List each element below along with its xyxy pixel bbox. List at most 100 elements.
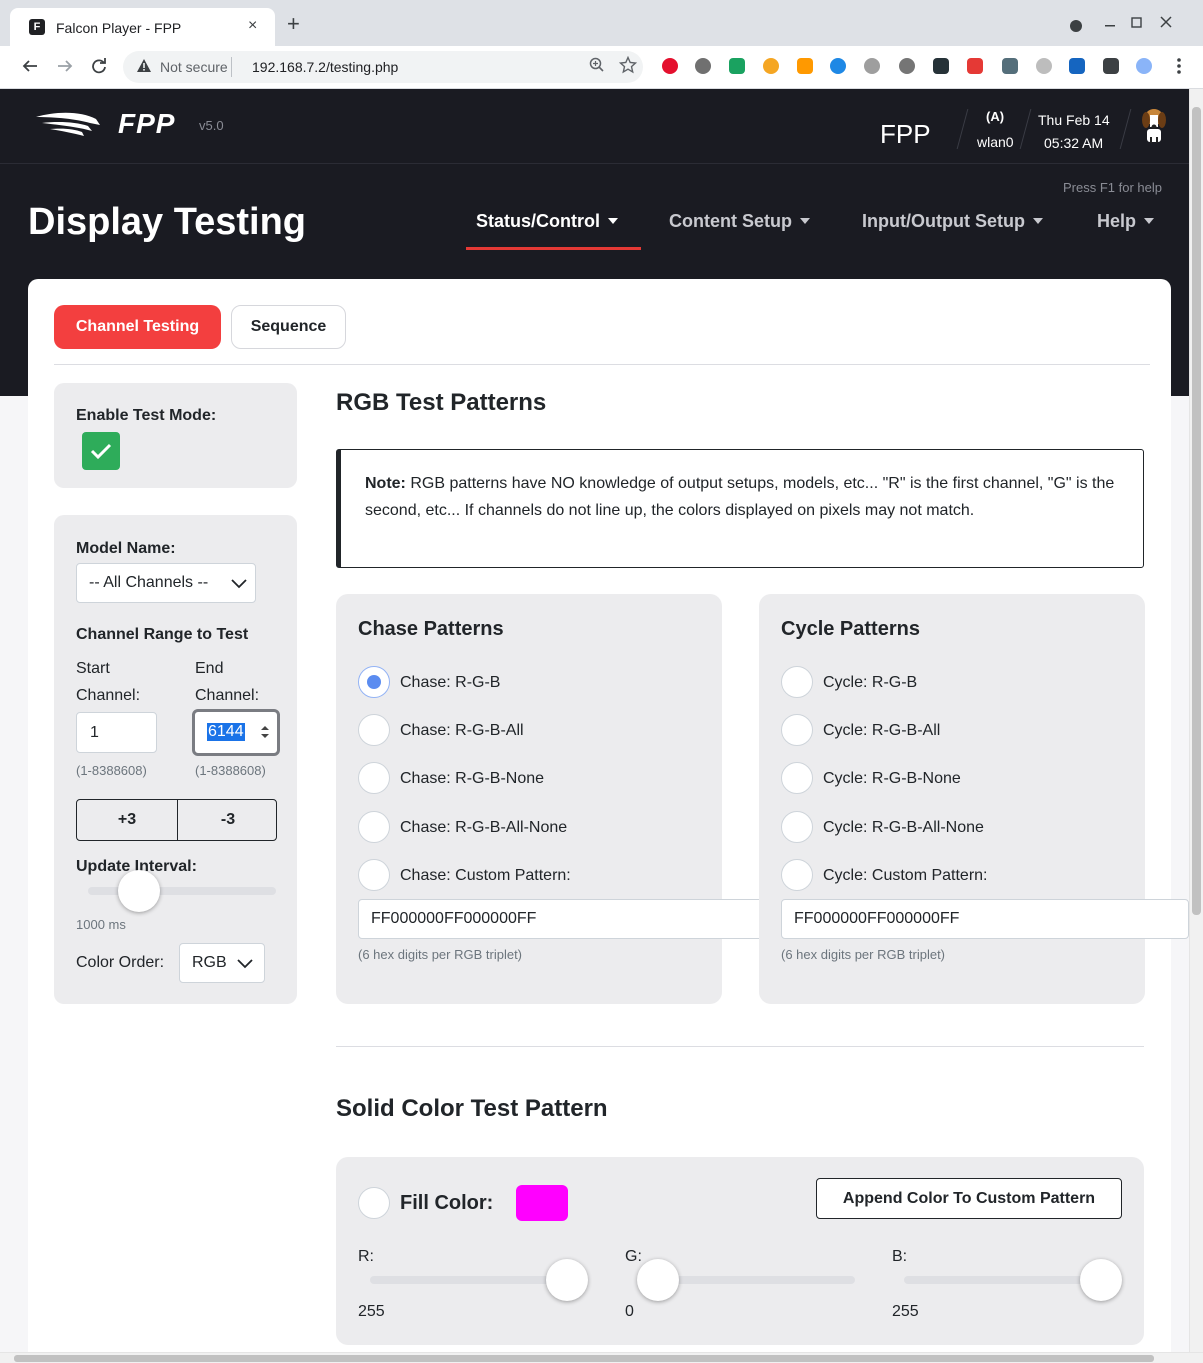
- profile-avatar-icon[interactable]: [1136, 58, 1152, 74]
- back-icon[interactable]: [22, 58, 38, 79]
- bug-extension-icon[interactable]: [1036, 58, 1052, 74]
- note-text: RGB patterns have NO knowledge of output…: [365, 475, 1115, 519]
- divider: [336, 1046, 1144, 1047]
- amazon-extension-icon[interactable]: [797, 58, 813, 74]
- green-slider-thumb[interactable]: [637, 1259, 679, 1301]
- enable-test-mode-label: Enable Test Mode:: [76, 407, 217, 424]
- fpp-logo-text[interactable]: FPP: [118, 108, 175, 140]
- falcon-logo-icon[interactable]: [36, 111, 102, 142]
- square-extension-icon[interactable]: [1002, 58, 1018, 74]
- start-channel-input[interactable]: 1: [76, 712, 157, 753]
- cycle-custom-pattern-input[interactable]: FF000000FF000000FF: [781, 899, 1189, 939]
- radio-chase-rgb[interactable]: [358, 666, 390, 698]
- chase-patterns-panel: Chase Patterns Chase: R-G-B Chase: R-G-B…: [336, 594, 764, 1004]
- test-mode-panel: Enable Test Mode:: [54, 383, 297, 488]
- chevron-down-icon: [1144, 217, 1155, 224]
- green-label: G:: [625, 1248, 642, 1265]
- pin-extension-icon[interactable]: [899, 58, 915, 74]
- active-nav-indicator: [466, 247, 641, 250]
- phone-extension-icon[interactable]: [729, 58, 745, 74]
- cycle-patterns-panel: Cycle Patterns Cycle: R-G-B Cycle: R-G-B…: [759, 594, 1189, 1004]
- nav-label: Status/Control: [476, 211, 600, 231]
- nav-input-output-setup[interactable]: Input/Output Setup: [862, 211, 1043, 232]
- nav-status-control[interactable]: Status/Control: [476, 211, 618, 232]
- media-extension-icon[interactable]: [967, 58, 983, 74]
- update-interval-slider[interactable]: [88, 887, 276, 895]
- vertical-scrollbar[interactable]: [1189, 89, 1203, 1352]
- puzzle-extension-icon[interactable]: [1103, 58, 1119, 74]
- radio-chase-rgb-all-none[interactable]: [358, 811, 390, 843]
- gear-extension-icon[interactable]: [695, 58, 711, 74]
- model-name-select[interactable]: -- All Channels --: [76, 563, 256, 603]
- nav-help[interactable]: Help: [1097, 211, 1155, 232]
- channel-step-buttons: +3 -3: [76, 799, 277, 841]
- plus-three-button[interactable]: +3: [77, 800, 177, 840]
- end-channel-input[interactable]: 6144: [192, 709, 280, 756]
- page-title: Display Testing: [28, 201, 307, 243]
- beagle-avatar-icon[interactable]: [1140, 107, 1168, 148]
- fill-color-swatch[interactable]: [516, 1185, 568, 1221]
- browser-tab[interactable]: F Falcon Player - FPP ×: [10, 8, 275, 46]
- reload-icon[interactable]: [91, 58, 107, 79]
- url-text[interactable]: 192.168.7.2/testing.php: [252, 59, 398, 75]
- address-bar[interactable]: Not secure 192.168.7.2/testing.php: [123, 51, 643, 83]
- spinner-arrows-icon[interactable]: [260, 724, 270, 740]
- fill-color-label: Fill Color:: [400, 1192, 494, 1214]
- end-channel-label-1: End: [195, 660, 224, 677]
- chase-hex-hint: (6 hex digits per RGB triplet): [358, 947, 523, 962]
- solid-color-heading: Solid Color Test Pattern: [336, 1095, 608, 1122]
- radio-chase-custom[interactable]: [358, 859, 390, 891]
- fpp-favicon-icon: F: [29, 19, 45, 35]
- tab-channel-testing[interactable]: Channel Testing: [54, 305, 221, 349]
- nav-label: Help: [1097, 211, 1137, 231]
- tab-sequence[interactable]: Sequence: [231, 305, 346, 349]
- enable-test-mode-checkbox[interactable]: [82, 432, 120, 470]
- hexagon-extension-icon[interactable]: [864, 58, 880, 74]
- radio-fill-color[interactable]: [358, 1187, 390, 1219]
- radio-cycle-custom[interactable]: [781, 859, 813, 891]
- minimize-icon[interactable]: [1104, 14, 1116, 33]
- opera-extension-icon[interactable]: [662, 58, 678, 74]
- cloud-extension-icon[interactable]: [830, 58, 846, 74]
- chase-custom-pattern-input[interactable]: FF000000FF000000FF: [358, 899, 764, 939]
- feather-extension-icon[interactable]: [1069, 58, 1085, 74]
- cycle-hex-hint: (6 hex digits per RGB triplet): [781, 947, 946, 962]
- profile-menu-icon[interactable]: [1069, 19, 1083, 38]
- vertical-scroll-thumb[interactable]: [1192, 107, 1201, 915]
- radio-label: Cycle: R-G-B-All-None: [823, 819, 984, 836]
- color-order-select[interactable]: RGB: [179, 943, 265, 983]
- minus-three-button[interactable]: -3: [178, 800, 278, 840]
- blue-slider-thumb[interactable]: [1080, 1259, 1122, 1301]
- terminal-extension-icon[interactable]: [933, 58, 949, 74]
- radio-cycle-rgb-all-none[interactable]: [781, 811, 813, 843]
- nav-label: Input/Output Setup: [862, 211, 1025, 231]
- channel-range-label: Channel Range to Test: [76, 626, 249, 643]
- network-interface: wlan0: [977, 134, 1014, 150]
- zoom-icon[interactable]: [589, 57, 605, 77]
- maximize-icon[interactable]: [1131, 16, 1143, 34]
- browser-menu-icon[interactable]: [1176, 57, 1182, 80]
- radio-chase-rgb-none[interactable]: [358, 762, 390, 794]
- radio-cycle-rgb-all[interactable]: [781, 714, 813, 746]
- nav-content-setup[interactable]: Content Setup: [669, 211, 810, 232]
- horizontal-scroll-thumb[interactable]: [14, 1355, 1154, 1362]
- window-close-icon[interactable]: [1160, 15, 1172, 33]
- update-interval-thumb[interactable]: [118, 870, 160, 912]
- solid-color-panel: Fill Color: Append Color To Custom Patte…: [336, 1157, 1144, 1345]
- header-time: 05:32 AM: [1044, 135, 1104, 151]
- red-label: R:: [358, 1248, 374, 1265]
- bookmark-star-icon[interactable]: [618, 55, 638, 79]
- forward-icon[interactable]: [57, 58, 73, 79]
- start-channel-label-2: Channel:: [76, 687, 141, 704]
- horizontal-scrollbar[interactable]: [0, 1352, 1203, 1363]
- new-tab-icon[interactable]: +: [287, 13, 300, 35]
- radio-chase-rgb-all[interactable]: [358, 714, 390, 746]
- radio-label: Chase: R-G-B-None: [400, 770, 545, 787]
- sun-extension-icon[interactable]: [763, 58, 779, 74]
- append-color-button[interactable]: Append Color To Custom Pattern: [816, 1178, 1122, 1219]
- red-slider-thumb[interactable]: [546, 1259, 588, 1301]
- tab-close-icon[interactable]: ×: [248, 17, 257, 35]
- radio-cycle-rgb[interactable]: [781, 666, 813, 698]
- rgb-note: Note: RGB patterns have NO knowledge of …: [336, 449, 1144, 568]
- radio-cycle-rgb-none[interactable]: [781, 762, 813, 794]
